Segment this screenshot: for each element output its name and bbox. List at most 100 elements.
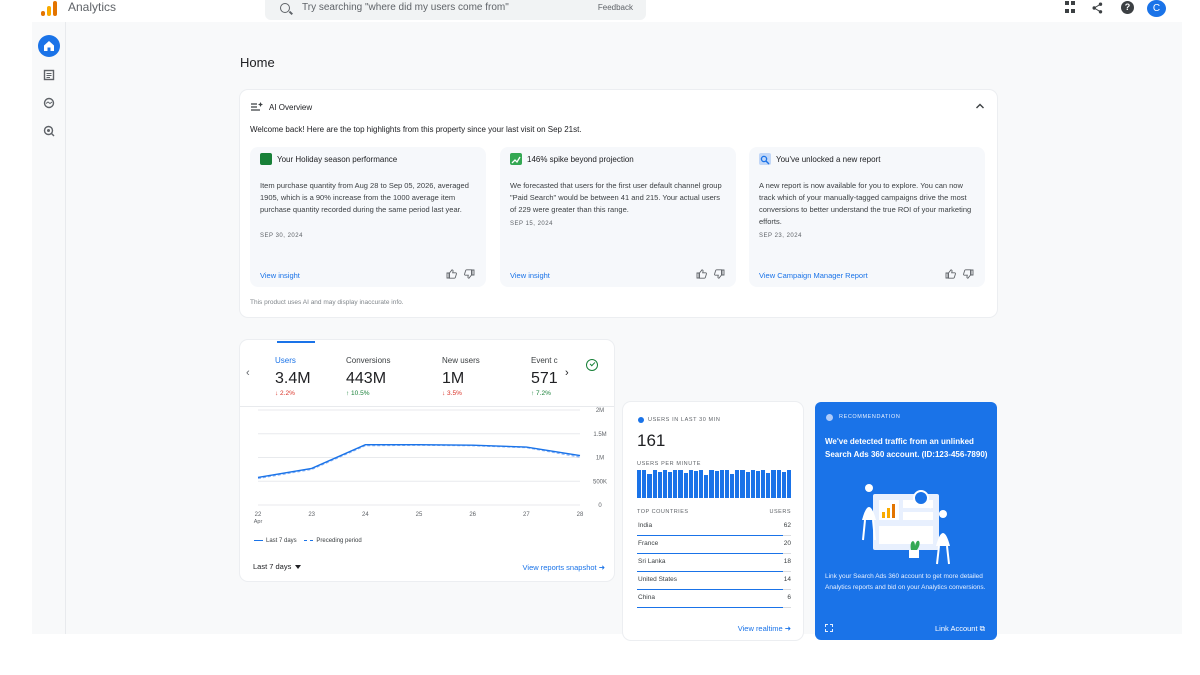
realtime-card: USERS IN LAST 30 MIN 161 USERS PER MINUT… (623, 402, 803, 640)
y-tick-label: 500K (593, 479, 607, 485)
y-tick-label: 0 (598, 503, 602, 509)
share-icon[interactable] (1092, 1, 1103, 15)
nav-advertising[interactable] (38, 120, 60, 142)
view-reports-snapshot-link[interactable]: View reports snapshot ➜ (523, 563, 605, 572)
col-top-countries: TOP COUNTRIES (637, 509, 689, 515)
x-tick-label: 25 (416, 512, 423, 518)
x-tick-label: 22 (255, 512, 262, 518)
feedback-thumbs[interactable] (945, 269, 975, 279)
chevron-left-icon[interactable]: ‹ (246, 367, 250, 379)
check-circle-icon (586, 359, 598, 371)
ai-disclaimer: This product uses AI and may display ina… (250, 299, 404, 306)
trend-up-icon (510, 153, 522, 165)
search-input[interactable]: Try searching "where did my users come f… (302, 2, 509, 13)
link-label: View reports snapshot (522, 563, 597, 572)
chevron-up-icon[interactable] (975, 101, 985, 111)
feedback-link[interactable]: Feedback (598, 3, 633, 12)
metric-tab-new-users[interactable]: New users 1M ↓ 3.5% (442, 356, 480, 397)
home-icon (44, 41, 54, 51)
ai-overview-card: AI Overview Welcome back! Here are the t… (240, 90, 997, 317)
per-minute-label: USERS PER MINUTE (637, 461, 701, 467)
metric-value: 1M (442, 370, 465, 387)
insight-date: SEP 23, 2024 (759, 233, 802, 239)
feedback-thumbs[interactable] (446, 269, 476, 279)
nav-home[interactable] (38, 35, 60, 57)
per-minute-bar (714, 470, 719, 498)
view-insight-link[interactable]: View insight (260, 271, 300, 280)
live-dot-icon (638, 417, 644, 423)
per-minute-bars (637, 470, 792, 498)
per-minute-bar (786, 470, 792, 498)
metric-label: New users (442, 356, 480, 365)
per-minute-bar (740, 470, 745, 498)
per-minute-bar (657, 471, 662, 498)
explore-icon (43, 97, 55, 109)
analytics-logo[interactable] (40, 0, 58, 16)
feedback-thumbs[interactable] (696, 269, 726, 279)
insight-title: 146% spike beyond projection (527, 155, 634, 164)
link-account-button[interactable]: Link Account ⧉ (935, 624, 985, 634)
metric-tab-conversions[interactable]: Conversions 443M ↑ 10.5% (346, 356, 390, 397)
recommendation-card: RECOMMENDATION We've detected traffic fr… (815, 402, 997, 640)
legend-swatch-solid (254, 539, 263, 541)
per-minute-bar (745, 471, 750, 498)
country-bar (637, 606, 783, 608)
country-bar (637, 588, 783, 590)
per-minute-bar (761, 470, 766, 498)
insight-card: Your Holiday season performance Item pur… (250, 147, 486, 287)
date-range-dropdown[interactable]: Last 7 days (253, 562, 301, 571)
ai-overview-title: AI Overview (269, 103, 313, 112)
nav-reports[interactable] (38, 64, 60, 86)
per-minute-bar (678, 470, 683, 498)
recommendation-label: RECOMMENDATION (839, 414, 901, 420)
view-report-link[interactable]: View Campaign Manager Report (759, 271, 868, 280)
link-label: View realtime (737, 624, 783, 633)
per-minute-bar (781, 471, 786, 498)
country-row: Sri Lanka 18 (637, 555, 791, 572)
metric-tab-users[interactable]: Users 3.4M ↓ 2.2% (275, 356, 311, 397)
sparkle-list-icon (251, 102, 263, 111)
per-minute-bar (652, 470, 657, 498)
country-users: 14 (783, 576, 791, 583)
per-minute-bar (683, 472, 688, 498)
metric-value: 571 (531, 370, 558, 387)
per-minute-bar (735, 470, 740, 498)
view-realtime-link[interactable]: View realtime ➜ (738, 624, 791, 633)
metric-tab-event-count[interactable]: Event c 571 ↑ 7.2% (531, 356, 558, 397)
country-users: 6 (787, 594, 791, 601)
avatar[interactable]: C (1147, 0, 1166, 17)
per-minute-bar (647, 473, 652, 498)
x-tick-label: 27 (523, 512, 530, 518)
insight-body: Item purchase quantity from Aug 28 to Se… (260, 181, 469, 214)
realtime-label: USERS IN LAST 30 MIN (648, 417, 721, 423)
view-insight-link[interactable]: View insight (510, 271, 550, 280)
reports-icon (43, 69, 55, 81)
app-name[interactable]: Analytics (68, 0, 116, 15)
x-tick-label: 28 (577, 512, 584, 518)
per-minute-bar (668, 471, 673, 498)
per-minute-bar (699, 470, 704, 498)
x-tick-label: 24 (362, 512, 369, 518)
apps-grid-icon[interactable] (1065, 1, 1077, 15)
advertising-icon (43, 125, 55, 137)
per-minute-bar (688, 470, 693, 498)
insight-body: A new report is now available for you to… (759, 181, 972, 226)
metric-value: 443M (346, 370, 387, 387)
country-name: Sri Lanka (638, 558, 666, 565)
legend-swatch-dashed (304, 539, 314, 541)
x-tick-label: 23 (308, 512, 315, 518)
nav-explore[interactable] (38, 92, 60, 114)
per-minute-bar (719, 470, 724, 498)
help-icon[interactable]: ? (1121, 1, 1134, 14)
metric-change: ↓ 2.2% (275, 390, 295, 397)
metric-label: Event c (531, 356, 558, 365)
search-bar[interactable]: Try searching "where did my users come f… (265, 0, 646, 20)
x-month-label: Apr (254, 519, 263, 525)
country-name: China (638, 594, 655, 601)
country-users: 18 (783, 558, 791, 565)
chevron-right-icon[interactable]: › (565, 367, 569, 379)
country-row: France 20 (637, 537, 791, 554)
per-minute-bar (709, 470, 714, 498)
thumbs-down-icon (963, 269, 974, 279)
expand-icon[interactable] (825, 624, 833, 632)
